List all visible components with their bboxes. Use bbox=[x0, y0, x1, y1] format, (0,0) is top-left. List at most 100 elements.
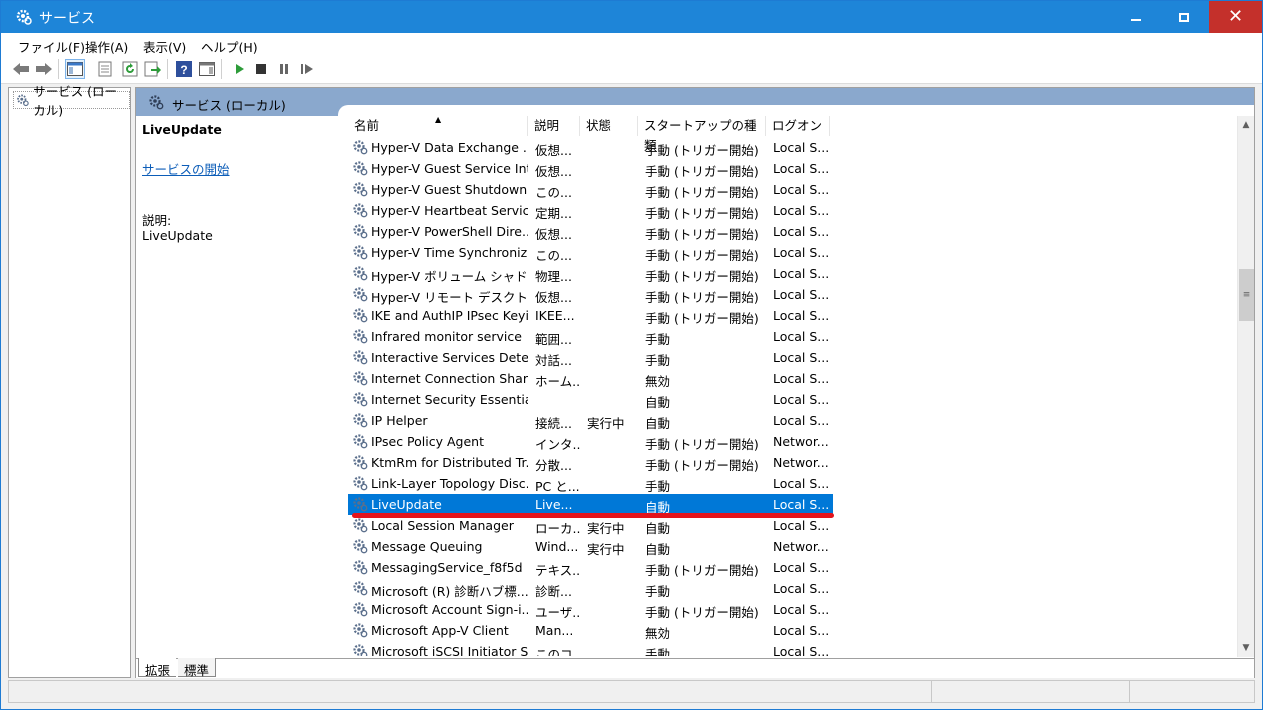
service-gear-icon bbox=[352, 433, 368, 449]
service-cell-logon: Local S... bbox=[773, 497, 830, 512]
column-header-logon[interactable]: ログオン bbox=[766, 116, 830, 136]
service-row[interactable]: Hyper-V Guest Service Int... 仮想... 手動 (トリガ… bbox=[348, 158, 833, 179]
scroll-down-icon[interactable]: ▼ bbox=[1238, 639, 1254, 656]
service-cell-start: 自動 bbox=[645, 395, 671, 410]
service-cell-name: LiveUpdate bbox=[371, 497, 442, 512]
menu-action[interactable]: 操作(A) bbox=[85, 37, 128, 56]
properties-button[interactable] bbox=[95, 59, 115, 79]
service-cell-start: 手動 (トリガー開始) bbox=[645, 248, 759, 263]
service-gear-icon bbox=[352, 538, 368, 554]
service-cell-desc: テキス... bbox=[535, 563, 580, 578]
stop-service-button[interactable] bbox=[251, 59, 271, 79]
service-row[interactable]: Hyper-V Data Exchange ... 仮想... 手動 (トリガー開始… bbox=[348, 137, 833, 158]
service-cell-name: Internet Connection Shari... bbox=[371, 371, 528, 386]
service-cell-name: KtmRm for Distributed Tr... bbox=[371, 455, 528, 470]
service-cell-start: 手動 bbox=[645, 353, 671, 368]
service-cell-name: Hyper-V Data Exchange ... bbox=[371, 140, 528, 155]
column-header-name-label: 名前 bbox=[354, 118, 380, 133]
service-cell-start: 手動 (トリガー開始) bbox=[645, 206, 759, 221]
service-row[interactable]: KtmRm for Distributed Tr... 分散... 手動 (トリガー… bbox=[348, 452, 833, 473]
tab-standard[interactable]: 標準 bbox=[178, 658, 217, 678]
service-cell-start: 手動 bbox=[645, 479, 671, 494]
tree-item-services-local[interactable]: サービス (ローカル) bbox=[13, 84, 130, 118]
service-cell-desc: Live... bbox=[535, 497, 573, 512]
service-cell-desc: ユーザ... bbox=[535, 605, 580, 620]
service-cell-logon: Local S... bbox=[773, 287, 830, 302]
service-row[interactable]: Hyper-V PowerShell Dire... 仮想... 手動 (トリガー開… bbox=[348, 221, 833, 242]
service-cell-desc: 仮想... bbox=[535, 227, 572, 242]
service-cell-start: 手動 (トリガー開始) bbox=[645, 563, 759, 578]
service-cell-start: 手動 (トリガー開始) bbox=[645, 185, 759, 200]
service-cell-desc: インタ... bbox=[535, 437, 580, 452]
help-button[interactable]: ? bbox=[174, 59, 194, 79]
service-row[interactable]: Hyper-V Guest Shutdown... この... 手動 (トリガー開始… bbox=[348, 179, 833, 200]
scroll-thumb[interactable]: ≡ bbox=[1239, 269, 1254, 321]
pause-service-button[interactable] bbox=[274, 59, 294, 79]
service-gear-icon bbox=[352, 244, 368, 260]
service-row[interactable]: Hyper-V Heartbeat Service 定期... 手動 (トリガー開始… bbox=[348, 200, 833, 221]
column-header-startup-type[interactable]: スタートアップの種類 bbox=[638, 116, 766, 153]
menu-help[interactable]: ヘルプ(H) bbox=[201, 37, 258, 56]
service-cell-start: 手動 (トリガー開始) bbox=[645, 164, 759, 179]
menu-view[interactable]: 表示(V) bbox=[143, 37, 186, 56]
service-cell-status: 実行中 bbox=[587, 521, 625, 536]
service-cell-logon: Local S... bbox=[773, 224, 830, 239]
column-header-name[interactable]: ▲ 名前 bbox=[348, 116, 528, 136]
service-gear-icon bbox=[352, 412, 368, 428]
service-row[interactable]: IP Helper 接続... 実行中 自動 Local S... bbox=[348, 410, 833, 431]
export-list-button[interactable] bbox=[143, 59, 163, 79]
service-row[interactable]: Microsoft iSCSI Initiator S... このコ... 手動 Lo… bbox=[348, 641, 833, 656]
column-header-status[interactable]: 状態 bbox=[580, 116, 638, 136]
service-cell-desc: ローカ... bbox=[535, 521, 580, 536]
service-row[interactable]: Internet Connection Shari... ホーム... 無効 Loca… bbox=[348, 368, 833, 389]
service-row[interactable]: Microsoft App-V Client Man... 無効 Local S... bbox=[348, 620, 833, 641]
start-service-button[interactable] bbox=[229, 59, 249, 79]
back-button[interactable] bbox=[11, 59, 31, 79]
forward-button[interactable] bbox=[34, 59, 54, 79]
service-row[interactable]: LiveUpdate Live... 自動 Local S... bbox=[348, 494, 833, 515]
maximize-button[interactable] bbox=[1160, 1, 1208, 33]
service-cell-desc: 物理... bbox=[535, 269, 572, 284]
view-tabs: 拡張 標準 bbox=[136, 658, 1254, 678]
show-console-tree-button[interactable] bbox=[65, 59, 85, 79]
service-row[interactable]: MessagingService_f8f5d テキス... 手動 (トリガー開始) L… bbox=[348, 557, 833, 578]
service-cell-desc: 範囲... bbox=[535, 332, 572, 347]
service-row[interactable]: Microsoft (R) 診断ハブ標... 診断... 手動 Local S... bbox=[348, 578, 833, 599]
service-row[interactable]: Microsoft Account Sign-i... ユーザ... 手動 (トリガ… bbox=[348, 599, 833, 620]
close-button[interactable]: ✕ bbox=[1209, 1, 1262, 33]
service-row[interactable]: IKE and AuthIP IPsec Keyi... IKEE... 手動 (ト… bbox=[348, 305, 833, 326]
service-row[interactable]: Infrared monitor service 範囲... 手動 Local S..… bbox=[348, 326, 833, 347]
service-row[interactable]: Hyper-V Time Synchroniz... この... 手動 (トリガー開… bbox=[348, 242, 833, 263]
menu-file[interactable]: ファイル(F) bbox=[18, 37, 85, 56]
show-hide-action-pane-button[interactable] bbox=[197, 59, 217, 79]
service-gear-icon bbox=[352, 517, 368, 533]
service-gear-icon bbox=[352, 496, 368, 512]
forward-arrow-icon bbox=[36, 63, 52, 75]
service-row[interactable]: Internet Security Essential... 自動 Local S.… bbox=[348, 389, 833, 410]
service-row[interactable]: Link-Layer Topology Disc... PC と... 手動 Loca… bbox=[348, 473, 833, 494]
service-cell-desc: ホーム... bbox=[535, 374, 580, 389]
resume-service-button[interactable] bbox=[297, 59, 317, 79]
title-bar[interactable]: サービス ✕ bbox=[1, 1, 1262, 33]
service-row[interactable]: Hyper-V ボリューム シャドウ ... 物理... 手動 (トリガー開始) Lo… bbox=[348, 263, 833, 284]
maximize-icon bbox=[1179, 12, 1189, 22]
minimize-button[interactable] bbox=[1112, 1, 1160, 33]
tab-extended[interactable]: 拡張 bbox=[138, 658, 177, 678]
stop-service-icon bbox=[256, 64, 266, 74]
service-row[interactable]: Message Queuing Wind... 実行中 自動 Networ... bbox=[348, 536, 833, 557]
service-row[interactable]: Hyper-V リモート デスクトッ... 仮想... 手動 (トリガー開始) Loc… bbox=[348, 284, 833, 305]
services-pane: サービス (ローカル) LiveUpdate サービスの開始 説明: LiveU… bbox=[135, 87, 1255, 678]
service-cell-logon: Local S... bbox=[773, 140, 830, 155]
service-cell-name: IP Helper bbox=[371, 413, 428, 428]
service-cell-start: 手動 (トリガー開始) bbox=[645, 290, 759, 305]
scroll-up-icon[interactable]: ▲ bbox=[1238, 116, 1254, 133]
service-row[interactable]: IPsec Policy Agent インタ... 手動 (トリガー開始) Netwo… bbox=[348, 431, 833, 452]
service-gear-icon bbox=[352, 622, 368, 638]
service-cell-start: 手動 (トリガー開始) bbox=[645, 227, 759, 242]
vertical-scrollbar[interactable]: ▲ ≡ ▼ bbox=[1237, 116, 1254, 657]
refresh-button[interactable] bbox=[120, 59, 140, 79]
service-row[interactable]: Interactive Services Detec... 対話... 手動 Loca… bbox=[348, 347, 833, 368]
column-header-description[interactable]: 説明 bbox=[528, 116, 580, 136]
service-row[interactable]: Local Session Manager ローカ... 実行中 自動 Local S.… bbox=[348, 515, 833, 536]
start-service-link[interactable]: サービスの開始 bbox=[142, 159, 230, 178]
